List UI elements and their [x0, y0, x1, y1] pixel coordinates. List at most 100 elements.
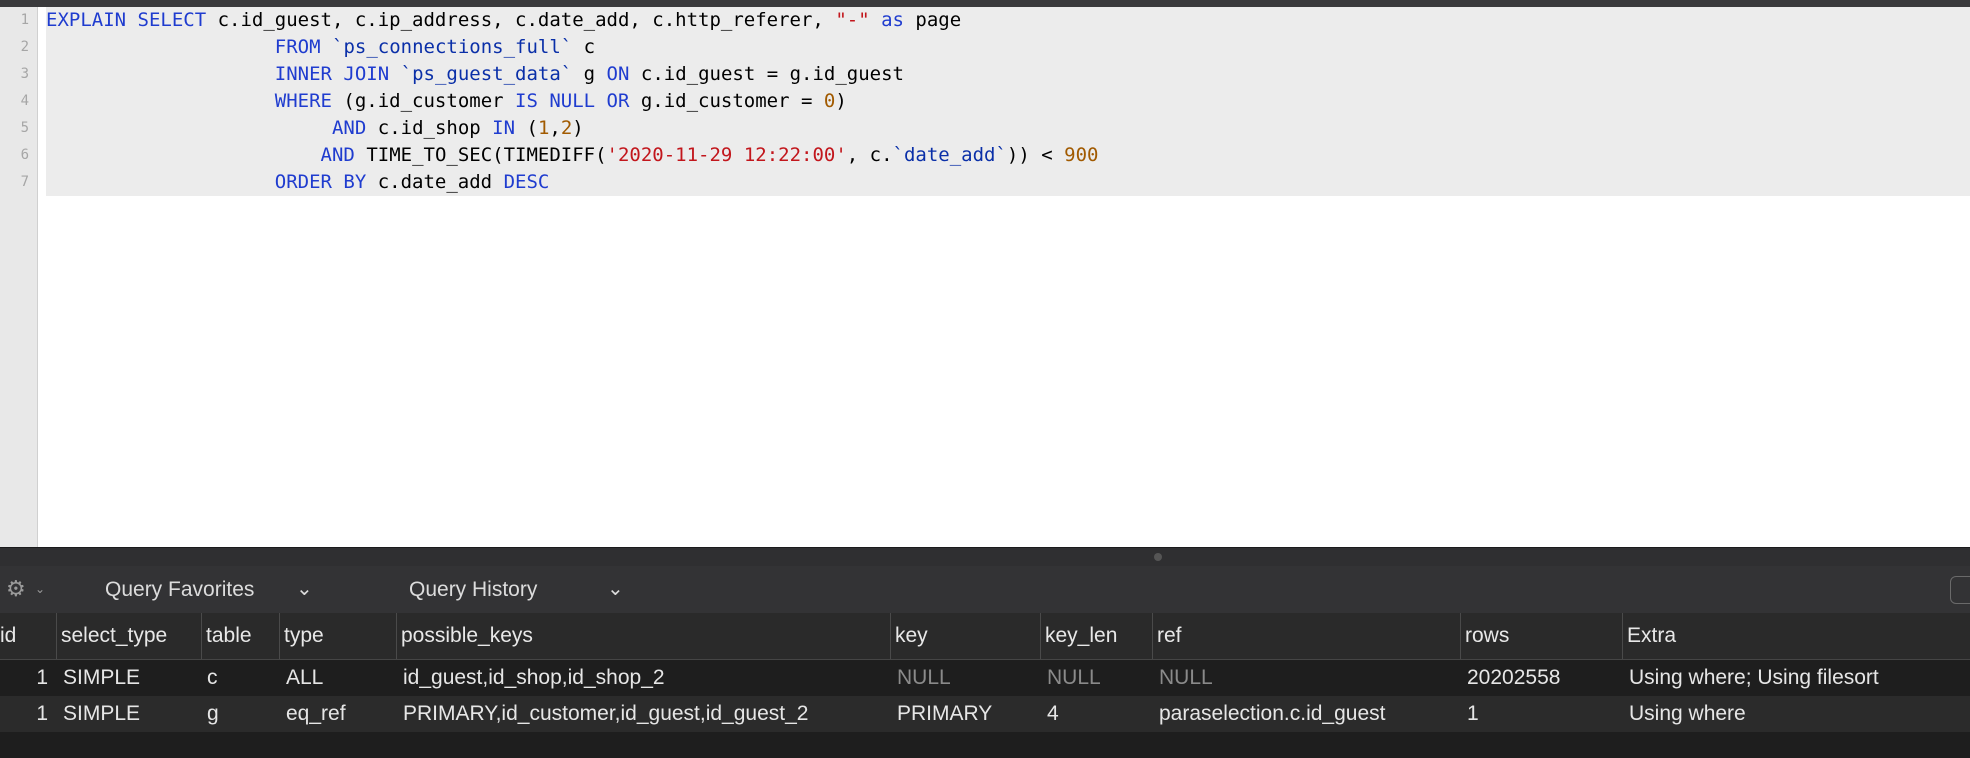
sql-keyword: AND	[331, 117, 367, 139]
cell-type: ALL	[286, 666, 324, 689]
splitter-handle[interactable]	[1154, 553, 1162, 561]
sql-keyword: WHERE	[274, 90, 332, 112]
sql-keyword: AND	[320, 144, 355, 166]
sql-text: c.id_guest = g.id_guest	[629, 63, 904, 85]
table-row[interactable]: 1 SIMPLE c ALL id_guest,id_shop,id_shop_…	[0, 660, 1970, 696]
results-table: id select_type table type possible_keys …	[0, 613, 1970, 758]
column-header-extra[interactable]: Extra	[1622, 613, 1960, 659]
column-header-key-len[interactable]: key_len	[1040, 613, 1152, 659]
code-line[interactable]: FROM `ps_connections_full` c	[46, 34, 1970, 61]
sql-text: ,	[549, 117, 561, 139]
gear-icon[interactable]: ⚙	[6, 578, 26, 600]
sql-text: c.date_add	[366, 171, 504, 193]
cell-key: PRIMARY	[897, 702, 993, 725]
cell-rows: 20202558	[1467, 666, 1561, 689]
sql-text: )	[572, 117, 584, 139]
pane-splitter[interactable]	[0, 547, 1970, 567]
sql-identifier: `ps_guest_data`	[400, 63, 573, 85]
line-number: 5	[20, 120, 29, 136]
cell-select-type: SIMPLE	[63, 666, 141, 689]
sql-keyword: IN	[492, 117, 516, 139]
sql-string: '2020-11-29 12:22:00'	[606, 144, 847, 166]
column-header-key[interactable]: key	[890, 613, 1040, 659]
sql-text: g	[572, 63, 607, 85]
line-number: 3	[20, 66, 29, 82]
cell-type: eq_ref	[286, 702, 346, 725]
cell-key: NULL	[897, 666, 951, 689]
sql-text: g.id_customer =	[629, 90, 824, 112]
chevron-down-icon[interactable]: ⌄	[296, 576, 313, 601]
cell-id: 1	[36, 666, 48, 689]
sql-identifier: `date_add`	[892, 144, 1007, 166]
code-line[interactable]: AND TIME_TO_SEC(TIMEDIFF('2020-11-29 12:…	[46, 142, 1970, 169]
line-number-gutter: 1 2 3 4 5 6 7	[0, 7, 38, 547]
sql-text: c.id_guest, c.ip_address, c.date_add, c.…	[206, 9, 836, 31]
column-header-id[interactable]: id	[0, 613, 56, 659]
sql-identifier: `ps_connections_full`	[332, 36, 573, 58]
sql-text: , c.	[846, 144, 893, 166]
cell-possible-keys: PRIMARY,id_customer,id_guest,id_guest_2	[403, 702, 809, 725]
cell-extra: Using where	[1629, 702, 1746, 725]
line-number: 6	[20, 147, 29, 163]
sql-text: (	[515, 117, 538, 139]
column-header-select-type[interactable]: select_type	[56, 613, 201, 659]
search-field[interactable]	[1950, 576, 1970, 604]
cell-possible-keys: id_guest,id_shop,id_shop_2	[403, 666, 665, 689]
line-number: 2	[20, 39, 29, 55]
sql-text: TIME_TO_SEC(TIMEDIFF(	[354, 144, 607, 166]
query-toolbar: ⚙ ⌄ Query Favorites ⌄ Query History ⌄	[0, 566, 1970, 613]
cell-key-len: NULL	[1047, 666, 1101, 689]
cell-extra: Using where; Using filesort	[1629, 666, 1879, 689]
column-header-table[interactable]: table	[201, 613, 279, 659]
chevron-down-icon[interactable]: ⌄	[607, 576, 624, 601]
window-top-bar	[0, 0, 1970, 7]
code-line[interactable]: EXPLAIN SELECT c.id_guest, c.ip_address,…	[46, 7, 1970, 34]
cell-ref: paraselection.c.id_guest	[1159, 702, 1386, 725]
cell-id: 1	[36, 702, 48, 725]
table-header: id select_type table type possible_keys …	[0, 613, 1970, 660]
sql-number: 900	[1064, 144, 1099, 166]
line-number: 1	[20, 12, 29, 28]
sql-keyword: FROM	[274, 36, 321, 58]
sql-keyword: as	[881, 9, 904, 31]
sql-number: 2	[560, 117, 573, 139]
line-number: 7	[20, 174, 29, 190]
column-header-ref[interactable]: ref	[1152, 613, 1460, 659]
column-header-rows[interactable]: rows	[1460, 613, 1622, 659]
table-row[interactable]: 1 SIMPLE g eq_ref PRIMARY,id_customer,id…	[0, 696, 1970, 732]
sql-number: 1	[537, 117, 550, 139]
sql-keyword: ORDER BY	[274, 171, 367, 193]
cell-rows: 1	[1467, 702, 1479, 725]
sql-text: page	[903, 9, 962, 31]
cell-select-type: SIMPLE	[63, 702, 141, 725]
sql-keyword: INNER JOIN	[274, 63, 390, 85]
sql-text: (g.id_customer	[331, 90, 516, 112]
sql-string: "-"	[835, 9, 870, 31]
cell-key-len: 4	[1047, 702, 1059, 725]
code-line[interactable]: ORDER BY c.date_add DESC	[46, 169, 1970, 196]
code-line[interactable]: INNER JOIN `ps_guest_data` g ON c.id_gue…	[46, 61, 1970, 88]
column-header-type[interactable]: type	[279, 613, 396, 659]
query-favorites-button[interactable]: Query Favorites	[105, 566, 254, 613]
query-history-button[interactable]: Query History	[409, 566, 537, 613]
sql-number: 0	[823, 90, 836, 112]
sql-keyword: IS NULL OR	[515, 90, 630, 112]
line-number: 4	[20, 93, 29, 109]
chevron-down-icon[interactable]: ⌄	[35, 582, 45, 596]
sql-keyword: ON	[606, 63, 630, 85]
code-line[interactable]: WHERE (g.id_customer IS NULL OR g.id_cus…	[46, 88, 1970, 115]
sql-editor[interactable]: 1 2 3 4 5 6 7 EXPLAIN SELECT c.id_guest,…	[0, 7, 1970, 547]
sql-text: c	[572, 36, 596, 58]
column-header-possible-keys[interactable]: possible_keys	[396, 613, 890, 659]
cell-ref: NULL	[1159, 666, 1213, 689]
code-line[interactable]: AND c.id_shop IN (1,2)	[46, 115, 1970, 142]
sql-text: )	[835, 90, 847, 112]
